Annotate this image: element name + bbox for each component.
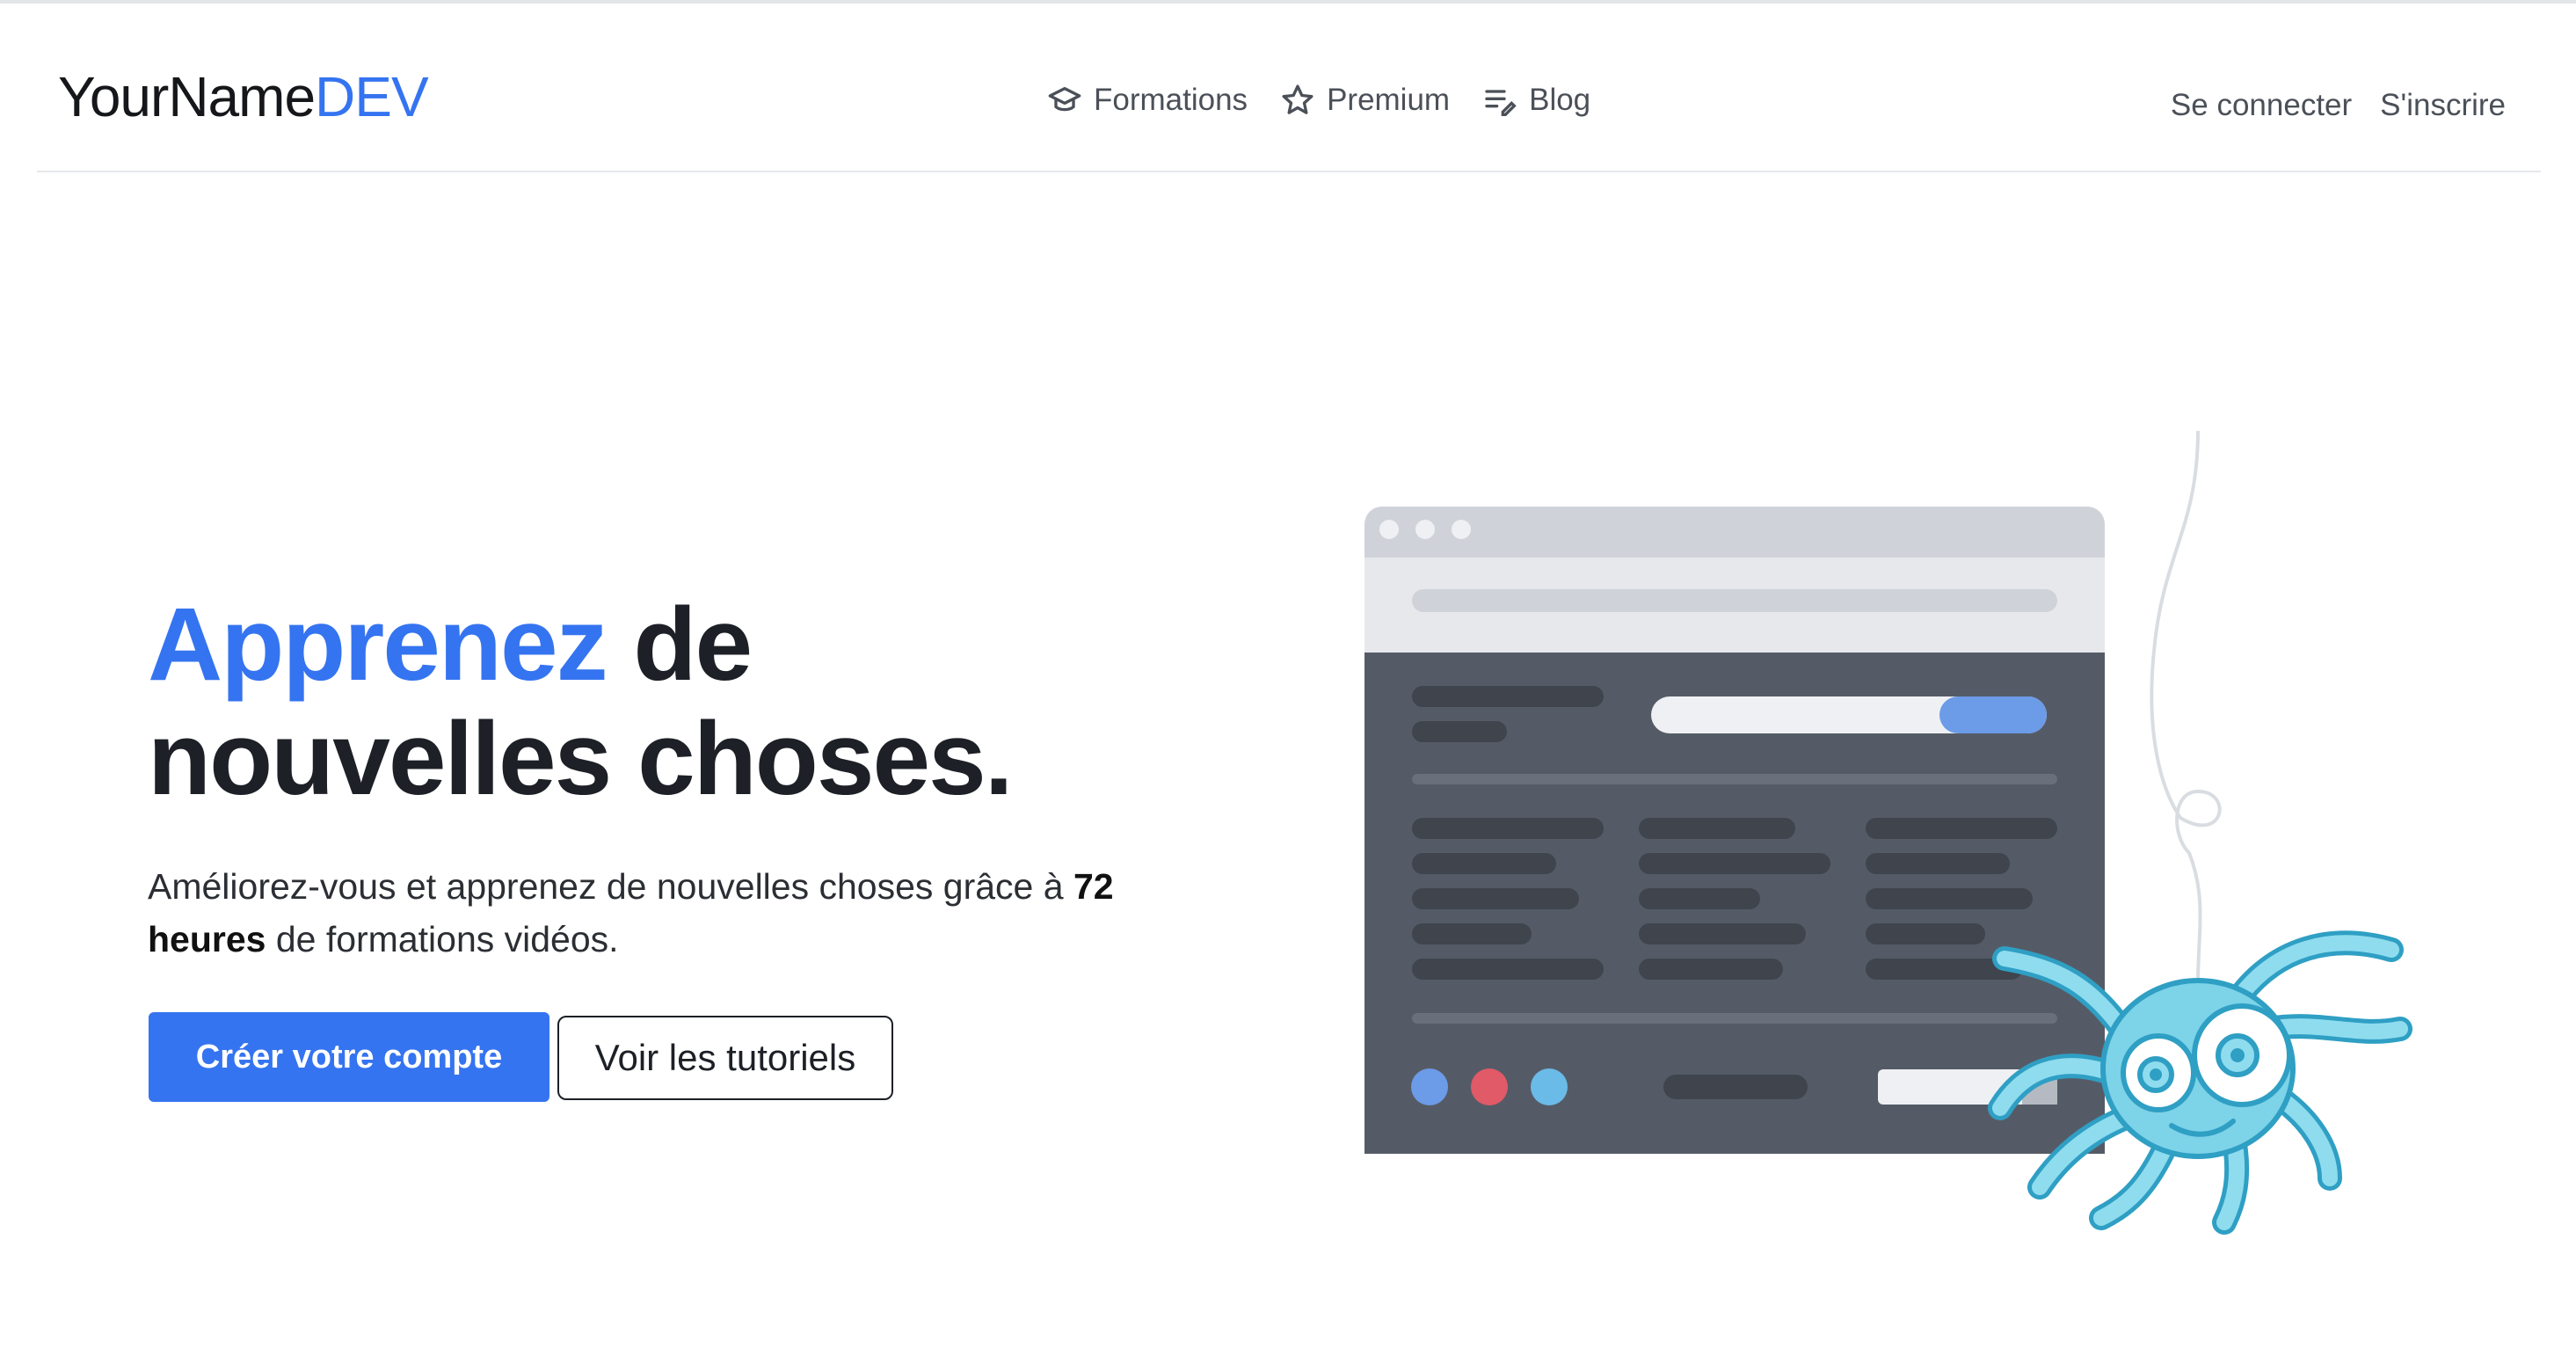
nav-label: Formations xyxy=(1094,83,1248,117)
login-link[interactable]: Se connecter xyxy=(2171,88,2352,123)
nav-item-blog[interactable]: Blog xyxy=(1481,83,1590,118)
view-tutorials-button[interactable]: Voir les tutoriels xyxy=(557,1016,893,1100)
edit-list-icon xyxy=(1485,90,1517,116)
main-nav: Formations Premium Blog xyxy=(1046,83,1622,118)
hero-illustration xyxy=(1364,430,2412,1235)
nav-item-premium[interactable]: Premium xyxy=(1279,83,1450,118)
logo-dev: DEV xyxy=(315,65,429,128)
signup-link[interactable]: S'inscrire xyxy=(2380,88,2506,123)
logo-name: YourName xyxy=(58,65,316,128)
hero-title-rest: de xyxy=(606,587,753,703)
hero-title: Apprenez de nouvelles choses. xyxy=(148,587,1014,817)
hero-title-highlight: Apprenez xyxy=(148,587,608,703)
auth-links: Se connecter S'inscrire xyxy=(2143,88,2506,123)
site-header: YourNameDEV Formations Premium Blog Se c… xyxy=(37,4,2541,172)
create-account-button[interactable]: Créer votre compte xyxy=(149,1012,549,1102)
hero-subtitle-end: de formations vidéos. xyxy=(266,919,619,959)
nav-item-formations[interactable]: Formations xyxy=(1046,83,1248,118)
star-icon xyxy=(1282,84,1313,114)
spider-thread xyxy=(2150,430,2222,986)
hero-subtitle-text: Améliorez-vous et apprenez de nouvelles … xyxy=(148,866,1073,907)
hero-title-line2: nouvelles choses. xyxy=(148,701,1014,817)
hero-subtitle: Améliorez-vous et apprenez de nouvelles … xyxy=(148,860,1238,966)
site-logo[interactable]: YourNameDEV xyxy=(58,69,429,125)
nav-label: Premium xyxy=(1327,83,1451,117)
browser-mockup xyxy=(1364,507,2105,1154)
nav-label: Blog xyxy=(1529,83,1591,117)
graduation-cap-icon xyxy=(1048,87,1081,112)
